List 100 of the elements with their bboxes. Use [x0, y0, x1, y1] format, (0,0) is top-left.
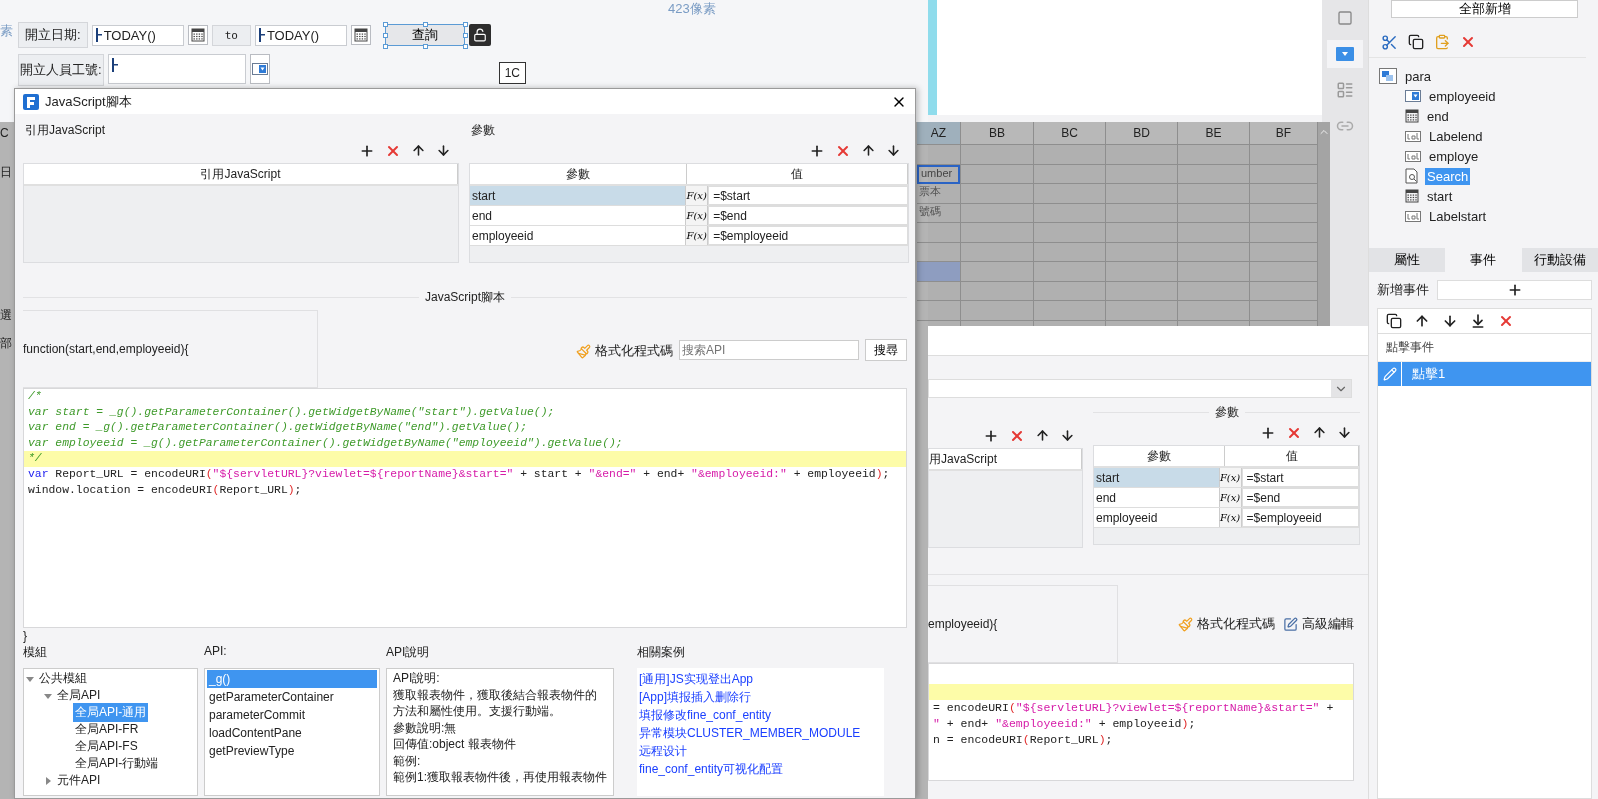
- move-down-icon[interactable]: [886, 143, 901, 158]
- param-value-field[interactable]: =$end: [1241, 488, 1359, 507]
- formula-button[interactable]: F(x): [1219, 508, 1242, 527]
- add-all-button[interactable]: 全部新增: [1391, 0, 1578, 18]
- search-button[interactable]: 搜尋: [865, 339, 907, 361]
- calendar-icon[interactable]: [190, 28, 205, 42]
- move-down-icon[interactable]: [1337, 425, 1352, 440]
- delete-icon[interactable]: [1460, 34, 1476, 50]
- add-icon[interactable]: [359, 143, 375, 159]
- module-tree-item[interactable]: 元件API: [55, 771, 103, 790]
- param-value-field[interactable]: =$end: [708, 206, 908, 225]
- module-tree-item[interactable]: 公共模組: [37, 669, 89, 688]
- move-up-icon[interactable]: [861, 143, 876, 158]
- example-link[interactable]: [通用]JS实现登出App: [639, 670, 882, 688]
- copy-icon[interactable]: [1408, 34, 1424, 50]
- column-header[interactable]: BD: [1106, 122, 1177, 145]
- delete-icon[interactable]: [385, 143, 401, 159]
- widget-tree-item[interactable]: Labelend: [1427, 127, 1485, 145]
- param-name-cell[interactable]: end: [470, 206, 687, 225]
- collapsed-arrow-icon[interactable]: [44, 776, 52, 785]
- move-up-icon[interactable]: [1035, 428, 1050, 443]
- example-link[interactable]: 异常模块CLUSTER_MEMBER_MODULE: [639, 724, 882, 742]
- param-name-cell[interactable]: end: [1094, 488, 1220, 507]
- formula-button[interactable]: F(x): [686, 206, 709, 225]
- move-down-icon[interactable]: [436, 143, 451, 158]
- code-editor[interactable]: [23, 388, 907, 628]
- dropdown-widget-icon[interactable]: [1336, 47, 1354, 61]
- widget-tree-item[interactable]: end: [1425, 107, 1451, 125]
- panel-tab[interactable]: 行動設備: [1521, 248, 1598, 272]
- formula-button[interactable]: F(x): [686, 226, 709, 245]
- tool-strip-item[interactable]: [1327, 40, 1363, 68]
- function-item[interactable]: getParameterContainer: [207, 688, 377, 706]
- column-header[interactable]: BE: [1178, 122, 1249, 145]
- column-header[interactable]: BB: [961, 122, 1033, 145]
- example-link[interactable]: 远程设计: [639, 742, 882, 760]
- widget-tree-item[interactable]: employe: [1427, 147, 1481, 165]
- add-icon[interactable]: [1260, 425, 1276, 441]
- dropdown-icon[interactable]: [251, 63, 268, 75]
- unlock-icon[interactable]: [472, 28, 487, 42]
- param-value-field[interactable]: =$start: [708, 186, 908, 205]
- param-value-field[interactable]: =$start: [1241, 468, 1359, 487]
- module-tree-item[interactable]: 全局API: [55, 686, 103, 705]
- paste-icon[interactable]: [1434, 34, 1450, 50]
- param-name-cell[interactable]: employeeid: [470, 226, 687, 245]
- calendar-icon[interactable]: [353, 28, 368, 42]
- frame-icon[interactable]: [1337, 10, 1353, 26]
- move-down-icon[interactable]: [1442, 313, 1458, 329]
- advanced-edit-button[interactable]: 高級編輯: [1283, 615, 1354, 633]
- param-name-cell[interactable]: start: [470, 186, 687, 205]
- api-search-field[interactable]: 搜索API: [679, 340, 859, 360]
- move-up-icon[interactable]: [411, 143, 426, 158]
- delete-icon[interactable]: [1286, 425, 1302, 441]
- sheet-cell[interactable]: 號碼: [917, 203, 960, 223]
- widget-tree-item[interactable]: employeeid: [1427, 87, 1498, 105]
- dropdown-icon[interactable]: [1405, 90, 1421, 102]
- panel-tab[interactable]: 屬性: [1369, 248, 1446, 272]
- param-value-field[interactable]: =$employeeid: [708, 226, 908, 245]
- delete-icon[interactable]: [835, 143, 851, 159]
- formula-button[interactable]: F(x): [686, 186, 709, 205]
- cut-icon[interactable]: [1381, 34, 1398, 51]
- example-link[interactable]: 填报修改fine_conf_entity: [639, 706, 882, 724]
- format-code-button[interactable]: 格式化程式碼: [576, 342, 673, 360]
- module-tree-item[interactable]: 全局API-FR: [73, 720, 141, 739]
- function-item[interactable]: getPreviewType: [207, 742, 377, 760]
- expanded-arrow-icon[interactable]: [26, 674, 34, 683]
- layout-icon[interactable]: [1336, 81, 1354, 99]
- function-item[interactable]: parameterCommit: [207, 706, 377, 724]
- calendar-icon[interactable]: [1405, 189, 1419, 203]
- format-code-button[interactable]: 格式化程式碼: [1178, 615, 1275, 633]
- move-up-icon[interactable]: [1414, 313, 1430, 329]
- code-editor[interactable]: = encodeURI("${servletURL}?viewlet=${reportName}&start=" + " + end+ "&employeeid:" + employeeid); n = encodeURI(Report_URL);: [928, 663, 1354, 781]
- copy-icon[interactable]: [1386, 313, 1402, 329]
- move-up-icon[interactable]: [1312, 425, 1327, 440]
- function-item[interactable]: loadContentPane: [207, 724, 377, 742]
- expanded-arrow-icon[interactable]: [44, 691, 52, 700]
- example-link[interactable]: [App]填报插入删除行: [639, 688, 882, 706]
- column-header[interactable]: BC: [1034, 122, 1105, 145]
- delete-icon[interactable]: [1009, 428, 1025, 444]
- sheet-cell[interactable]: umber: [917, 164, 960, 184]
- module-tree-item[interactable]: 全局API-FS: [73, 737, 140, 756]
- sheet-cell[interactable]: 票本: [917, 184, 960, 204]
- param-value-field[interactable]: =$employeeid: [1241, 508, 1359, 527]
- param-name-cell[interactable]: start: [1094, 468, 1220, 487]
- calendar-icon[interactable]: [1405, 109, 1419, 123]
- formula-button[interactable]: F(x): [1219, 488, 1242, 507]
- add-icon[interactable]: [983, 428, 999, 444]
- sheet-cell[interactable]: [917, 262, 960, 282]
- move-bottom-icon[interactable]: [1470, 313, 1486, 329]
- column-header[interactable]: BF: [1250, 122, 1317, 145]
- param-name-cell[interactable]: employeeid: [1094, 508, 1220, 527]
- resize-handle[interactable]: [422, 22, 428, 27]
- widget-tree-item[interactable]: para: [1403, 67, 1434, 85]
- dropdown-field[interactable]: [928, 379, 1352, 398]
- resize-handle[interactable]: [422, 44, 428, 49]
- end-date-field[interactable]: TODAY(): [254, 24, 347, 46]
- start-date-field[interactable]: TODAY(): [91, 24, 184, 46]
- column-header[interactable]: AZ: [917, 122, 960, 145]
- employee-field[interactable]: [107, 54, 246, 84]
- widget-tree-item[interactable]: start: [1425, 187, 1455, 205]
- formula-button[interactable]: F(x): [1219, 468, 1242, 487]
